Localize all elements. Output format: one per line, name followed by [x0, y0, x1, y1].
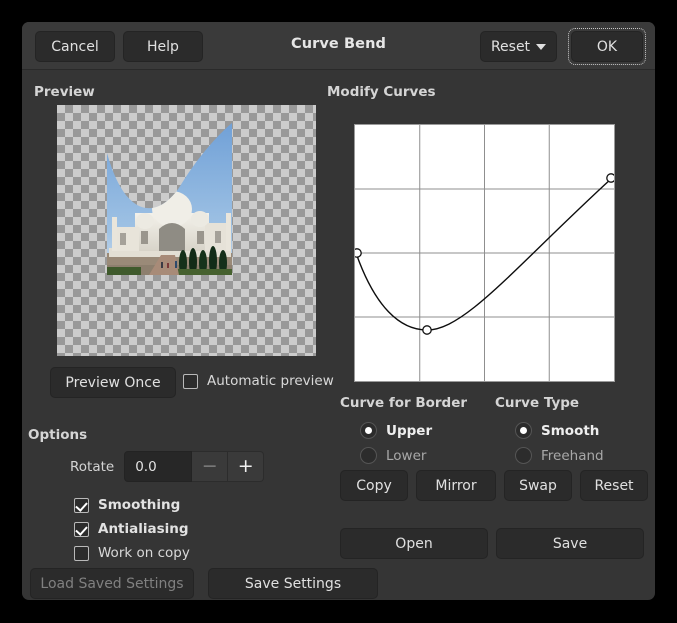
preview-once-button[interactable]: Preview Once [50, 367, 176, 398]
curve-graph-svg[interactable] [355, 125, 614, 381]
radio-unselected-icon [515, 447, 532, 464]
antialiasing-label: Antialiasing [98, 521, 189, 537]
preview-image [57, 105, 316, 356]
open-curve-button[interactable]: Open [340, 528, 488, 559]
radio-label-smooth: Smooth [541, 423, 599, 439]
work-on-copy-label: Work on copy [98, 545, 190, 561]
preview-section-label: Preview [34, 84, 95, 100]
curve-type-label: Curve Type [495, 395, 579, 411]
reset-dropdown-button[interactable]: Reset [480, 31, 557, 62]
radio-unselected-icon [360, 447, 377, 464]
radio-selected-icon [360, 422, 377, 439]
rotate-input[interactable]: 0.0 [124, 451, 192, 482]
dialog-title: Curve Bend [22, 36, 655, 52]
curve-for-border-label: Curve for Border [340, 395, 467, 411]
smoothing-checkbox[interactable]: Smoothing [74, 497, 180, 513]
load-saved-settings-button[interactable]: Load Saved Settings [30, 568, 194, 599]
control-point-handle [607, 174, 614, 182]
rotate-increment-button[interactable]: + [228, 451, 264, 482]
rotate-label: Rotate [70, 459, 114, 475]
rotate-control: Rotate 0.0 − + [70, 451, 264, 482]
preview-canvas [57, 105, 316, 356]
modify-curves-section-label: Modify Curves [327, 84, 436, 100]
radio-label-lower: Lower [386, 448, 426, 464]
radio-label-freehand: Freehand [541, 448, 604, 464]
curve-bend-dialog: Cancel Help Curve Bend Reset OK Preview [22, 22, 655, 600]
save-curve-button[interactable]: Save [496, 528, 644, 559]
copy-curve-button[interactable]: Copy [340, 470, 408, 501]
smoothing-label: Smoothing [98, 497, 180, 513]
mirror-curve-button[interactable]: Mirror [416, 470, 496, 501]
save-settings-button[interactable]: Save Settings [208, 568, 378, 599]
reset-curve-button[interactable]: Reset [580, 470, 648, 501]
radio-selected-icon [515, 422, 532, 439]
checkbox-checked-icon [74, 522, 89, 537]
control-point-handle [423, 326, 431, 334]
swap-curve-button[interactable]: Swap [504, 470, 572, 501]
checkbox-icon [183, 374, 198, 389]
antialiasing-checkbox[interactable]: Antialiasing [74, 521, 189, 537]
radio-curve-type-smooth[interactable]: Smooth [515, 422, 599, 439]
automatic-preview-checkbox[interactable]: Automatic preview [183, 373, 334, 389]
chevron-down-icon [536, 44, 546, 50]
radio-label-upper: Upper [386, 423, 432, 439]
dialog-body: Preview [22, 70, 655, 600]
radio-curve-type-freehand[interactable]: Freehand [515, 447, 604, 464]
ok-button[interactable]: OK [571, 31, 643, 62]
dialog-titlebar: Cancel Help Curve Bend Reset OK [22, 22, 655, 70]
radio-curve-border-upper[interactable]: Upper [360, 422, 432, 439]
curve-graph[interactable] [354, 124, 615, 382]
work-on-copy-checkbox[interactable]: Work on copy [74, 545, 190, 561]
checkbox-icon [74, 546, 89, 561]
radio-curve-border-lower[interactable]: Lower [360, 447, 426, 464]
rotate-decrement-button[interactable]: − [192, 451, 228, 482]
screen: Cancel Help Curve Bend Reset OK Preview [0, 0, 677, 623]
automatic-preview-label: Automatic preview [207, 373, 334, 389]
options-section-label: Options [28, 427, 87, 443]
control-point-handle [355, 249, 361, 257]
reset-dropdown-label: Reset [491, 39, 530, 55]
ok-button-focus-ring: OK [568, 28, 646, 65]
checkbox-checked-icon [74, 498, 89, 513]
rotate-stepper[interactable]: 0.0 − + [124, 451, 264, 482]
